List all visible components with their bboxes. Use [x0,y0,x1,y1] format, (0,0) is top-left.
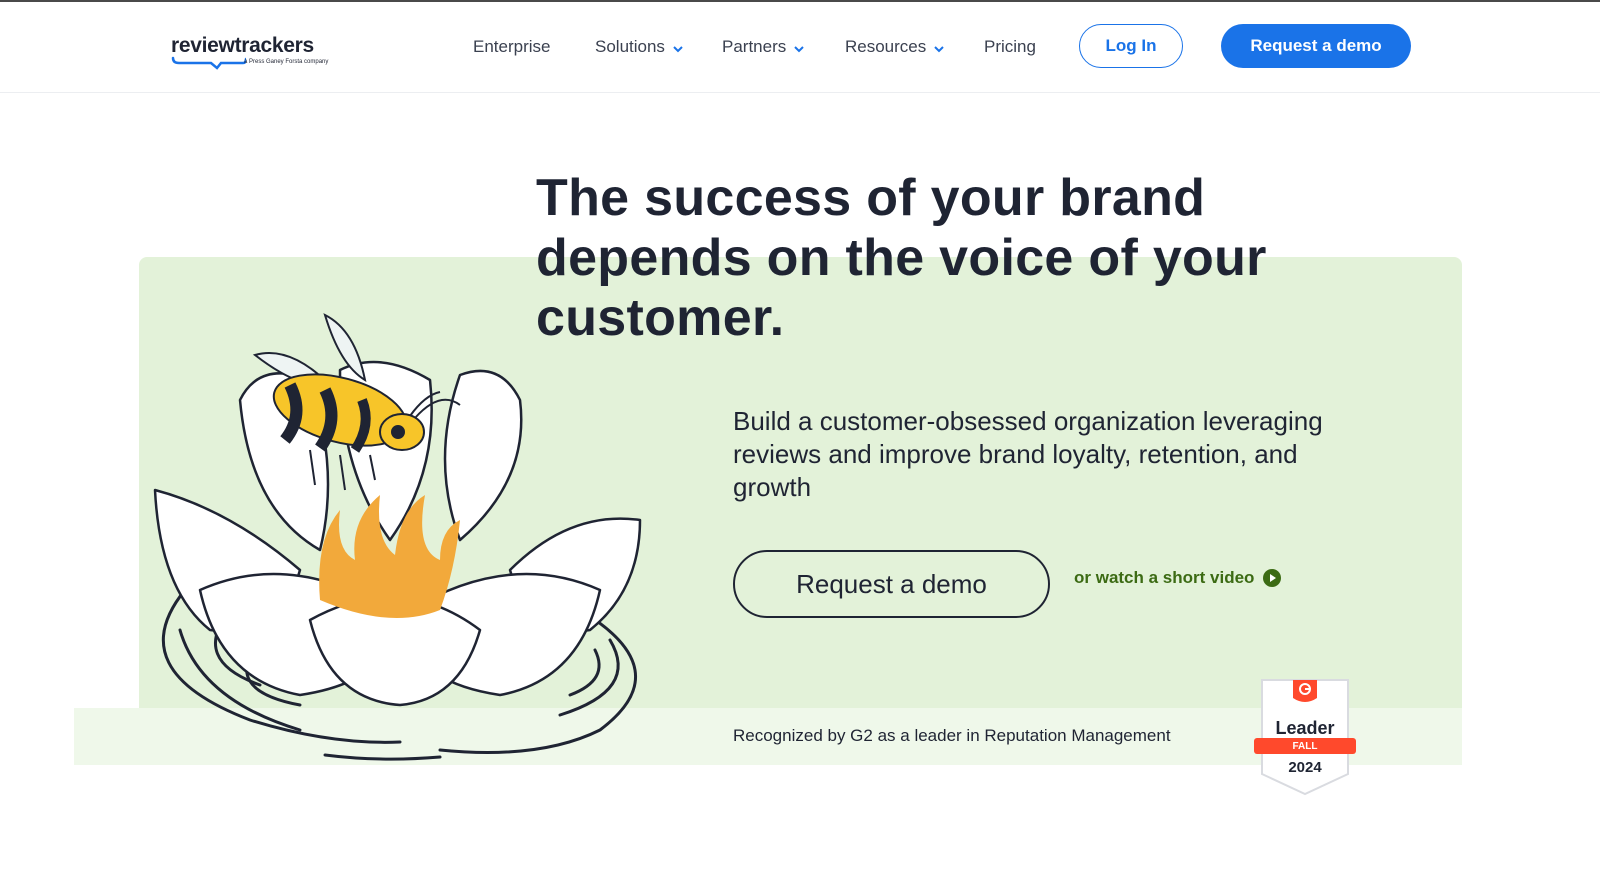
nav-enterprise[interactable]: Enterprise [473,37,550,57]
nav-partners-label: Partners [722,37,787,56]
logo-speech-swoosh-icon [171,56,246,70]
site-header: reviewtrackers a Press Ganey Forsta comp… [0,2,1600,93]
badge-season: FALL [1292,741,1318,752]
hero-request-demo-button[interactable]: Request a demo [733,550,1050,618]
g2-recognition-text: Recognized by G2 as a leader in Reputati… [733,726,1171,745]
badge-title: Leader [1275,718,1335,738]
login-button[interactable]: Log In [1079,24,1183,68]
nav-pricing-label: Pricing [984,37,1036,56]
logo-wordmark: reviewtrackers [171,34,314,57]
nav-resources-label: Resources [845,37,927,56]
play-circle-icon [1263,569,1282,587]
nav-resources[interactable]: Resources [845,37,946,57]
watch-video-label: or watch a short video [1074,568,1255,587]
chevron-down-icon [794,45,804,52]
logo-tagline: a Press Ganey Forsta company [244,59,329,65]
g2-logo-icon [1299,683,1311,695]
bee-on-water-lily-icon [153,313,642,761]
brand-logo[interactable]: reviewtrackers a Press Ganey Forsta comp… [171,34,331,78]
hero-subhead: Build a customer-obsessed organization l… [733,406,1323,502]
g2-leader-badge: Leader FALL 2024 [1254,678,1356,796]
watch-video-link[interactable]: or watch a short video [1074,568,1282,588]
chevron-down-icon [934,45,944,52]
chevron-down-icon [673,45,683,52]
badge-year: 2024 [1288,759,1322,776]
header-request-demo-button[interactable]: Request a demo [1221,24,1411,68]
nav-enterprise-label: Enterprise [473,37,551,56]
nav-solutions-label: Solutions [595,37,665,56]
nav-pricing[interactable]: Pricing [984,37,1036,57]
nav-solutions[interactable]: Solutions [595,37,685,57]
hero-headline: The success of your brand depends on the… [536,169,1267,347]
nav-partners[interactable]: Partners [722,37,806,57]
